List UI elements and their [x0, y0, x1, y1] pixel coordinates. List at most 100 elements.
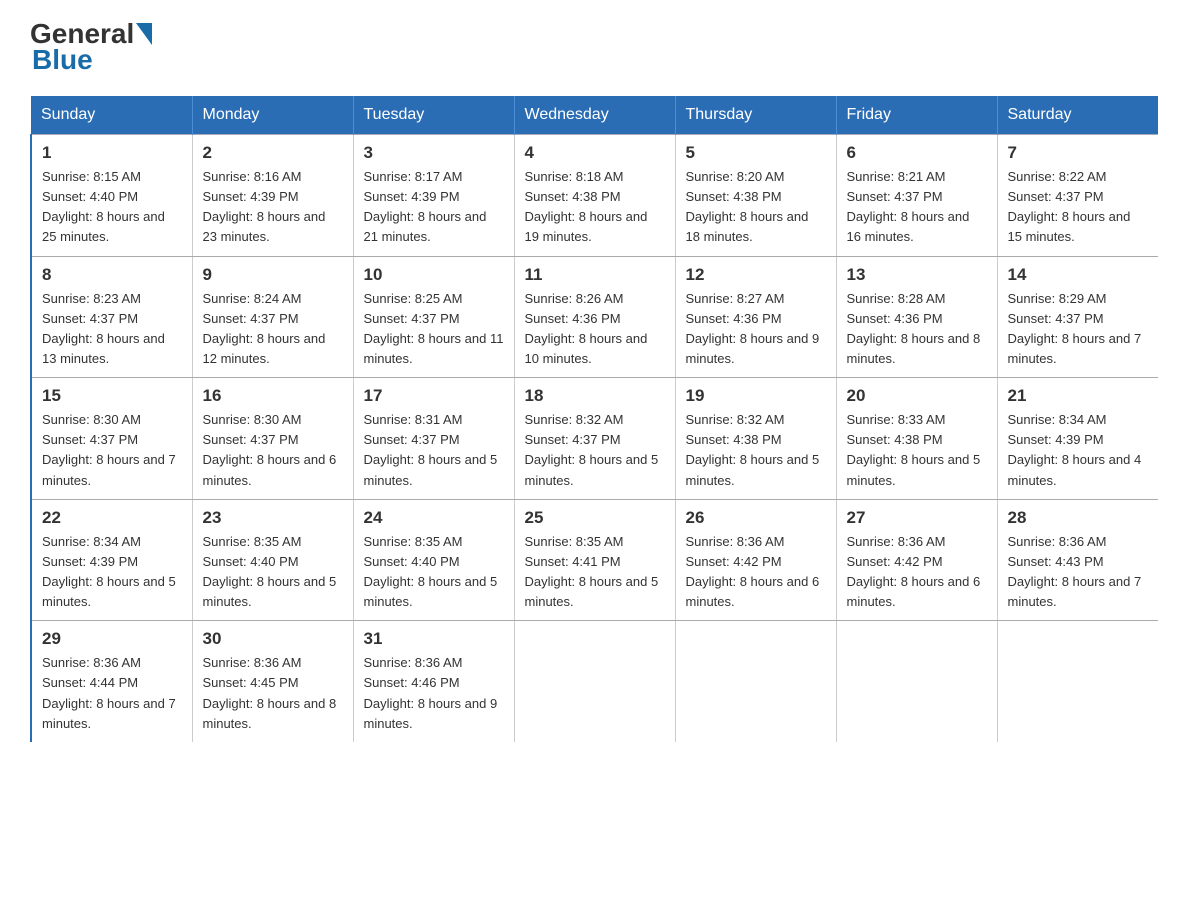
- day-info: Sunrise: 8:29 AMSunset: 4:37 PMDaylight:…: [1008, 289, 1149, 370]
- day-number: 20: [847, 386, 987, 406]
- day-info: Sunrise: 8:32 AMSunset: 4:37 PMDaylight:…: [525, 410, 665, 491]
- day-number: 1: [42, 143, 182, 163]
- day-number: 8: [42, 265, 182, 285]
- table-row: 9 Sunrise: 8:24 AMSunset: 4:37 PMDaylight…: [192, 256, 353, 378]
- table-row: 17 Sunrise: 8:31 AMSunset: 4:37 PMDayligh…: [353, 378, 514, 500]
- table-row: [997, 621, 1158, 742]
- day-info: Sunrise: 8:17 AMSunset: 4:39 PMDaylight:…: [364, 167, 504, 248]
- table-row: 7 Sunrise: 8:22 AMSunset: 4:37 PMDaylight…: [997, 135, 1158, 257]
- day-info: Sunrise: 8:32 AMSunset: 4:38 PMDaylight:…: [686, 410, 826, 491]
- table-row: 1Sunrise: 8:15 AMSunset: 4:40 PMDaylight…: [31, 135, 192, 257]
- table-row: 13 Sunrise: 8:28 AMSunset: 4:36 PMDayligh…: [836, 256, 997, 378]
- table-row: 5Sunrise: 8:20 AMSunset: 4:38 PMDaylight…: [675, 135, 836, 257]
- day-info: Sunrise: 8:18 AMSunset: 4:38 PMDaylight:…: [525, 167, 665, 248]
- day-number: 6: [847, 143, 987, 163]
- col-friday: Friday: [836, 96, 997, 135]
- calendar-header: Sunday Monday Tuesday Wednesday Thursday…: [31, 96, 1158, 135]
- day-info: Sunrise: 8:34 AMSunset: 4:39 PMDaylight:…: [42, 532, 182, 613]
- table-row: 22 Sunrise: 8:34 AMSunset: 4:39 PMDayligh…: [31, 499, 192, 621]
- day-number: 19: [686, 386, 826, 406]
- day-info: Sunrise: 8:30 AMSunset: 4:37 PMDaylight:…: [42, 410, 182, 491]
- page-header: General Blue: [30, 20, 1158, 76]
- col-saturday: Saturday: [997, 96, 1158, 135]
- day-number: 14: [1008, 265, 1149, 285]
- day-number: 7: [1008, 143, 1149, 163]
- day-info: Sunrise: 8:26 AMSunset: 4:36 PMDaylight:…: [525, 289, 665, 370]
- table-row: 18 Sunrise: 8:32 AMSunset: 4:37 PMDayligh…: [514, 378, 675, 500]
- day-info: Sunrise: 8:33 AMSunset: 4:38 PMDaylight:…: [847, 410, 987, 491]
- day-info: Sunrise: 8:35 AMSunset: 4:40 PMDaylight:…: [364, 532, 504, 613]
- day-info: Sunrise: 8:36 AMSunset: 4:42 PMDaylight:…: [686, 532, 826, 613]
- table-row: 8 Sunrise: 8:23 AMSunset: 4:37 PMDaylight…: [31, 256, 192, 378]
- col-thursday: Thursday: [675, 96, 836, 135]
- day-info: Sunrise: 8:22 AMSunset: 4:37 PMDaylight:…: [1008, 167, 1149, 248]
- table-row: 19 Sunrise: 8:32 AMSunset: 4:38 PMDayligh…: [675, 378, 836, 500]
- day-info: Sunrise: 8:21 AMSunset: 4:37 PMDaylight:…: [847, 167, 987, 248]
- day-number: 18: [525, 386, 665, 406]
- day-number: 11: [525, 265, 665, 285]
- table-row: 15Sunrise: 8:30 AMSunset: 4:37 PMDayligh…: [31, 378, 192, 500]
- table-row: 11 Sunrise: 8:26 AMSunset: 4:36 PMDayligh…: [514, 256, 675, 378]
- table-row: [836, 621, 997, 742]
- day-number: 13: [847, 265, 987, 285]
- day-number: 10: [364, 265, 504, 285]
- table-row: 12 Sunrise: 8:27 AMSunset: 4:36 PMDayligh…: [675, 256, 836, 378]
- day-number: 3: [364, 143, 504, 163]
- day-number: 26: [686, 508, 826, 528]
- day-number: 2: [203, 143, 343, 163]
- day-info: Sunrise: 8:36 AMSunset: 4:42 PMDaylight:…: [847, 532, 987, 613]
- table-row: 4 Sunrise: 8:18 AMSunset: 4:38 PMDaylight…: [514, 135, 675, 257]
- day-number: 31: [364, 629, 504, 649]
- table-row: 2 Sunrise: 8:16 AMSunset: 4:39 PMDaylight…: [192, 135, 353, 257]
- table-row: 25Sunrise: 8:35 AMSunset: 4:41 PMDayligh…: [514, 499, 675, 621]
- day-number: 24: [364, 508, 504, 528]
- day-number: 28: [1008, 508, 1149, 528]
- day-info: Sunrise: 8:25 AMSunset: 4:37 PMDaylight:…: [364, 289, 504, 370]
- day-info: Sunrise: 8:36 AMSunset: 4:44 PMDaylight:…: [42, 653, 182, 734]
- day-number: 21: [1008, 386, 1149, 406]
- day-number: 30: [203, 629, 343, 649]
- table-row: 16 Sunrise: 8:30 AMSunset: 4:37 PMDayligh…: [192, 378, 353, 500]
- day-info: Sunrise: 8:30 AMSunset: 4:37 PMDaylight:…: [203, 410, 343, 491]
- table-row: 10 Sunrise: 8:25 AMSunset: 4:37 PMDayligh…: [353, 256, 514, 378]
- day-number: 9: [203, 265, 343, 285]
- day-info: Sunrise: 8:24 AMSunset: 4:37 PMDaylight:…: [203, 289, 343, 370]
- day-number: 29: [42, 629, 182, 649]
- day-info: Sunrise: 8:34 AMSunset: 4:39 PMDaylight:…: [1008, 410, 1149, 491]
- col-monday: Monday: [192, 96, 353, 135]
- col-sunday: Sunday: [31, 96, 192, 135]
- table-row: 24 Sunrise: 8:35 AMSunset: 4:40 PMDayligh…: [353, 499, 514, 621]
- day-info: Sunrise: 8:20 AMSunset: 4:38 PMDaylight:…: [686, 167, 826, 248]
- day-info: Sunrise: 8:16 AMSunset: 4:39 PMDaylight:…: [203, 167, 343, 248]
- table-row: 23Sunrise: 8:35 AMSunset: 4:40 PMDayligh…: [192, 499, 353, 621]
- table-row: 30 Sunrise: 8:36 AMSunset: 4:45 PMDayligh…: [192, 621, 353, 742]
- calendar-table: Sunday Monday Tuesday Wednesday Thursday…: [30, 96, 1158, 742]
- col-tuesday: Tuesday: [353, 96, 514, 135]
- day-number: 12: [686, 265, 826, 285]
- table-row: 20 Sunrise: 8:33 AMSunset: 4:38 PMDayligh…: [836, 378, 997, 500]
- day-info: Sunrise: 8:31 AMSunset: 4:37 PMDaylight:…: [364, 410, 504, 491]
- day-number: 17: [364, 386, 504, 406]
- logo-blue-text: Blue: [30, 44, 93, 76]
- table-row: 26 Sunrise: 8:36 AMSunset: 4:42 PMDayligh…: [675, 499, 836, 621]
- day-number: 22: [42, 508, 182, 528]
- table-row: 3 Sunrise: 8:17 AMSunset: 4:39 PMDaylight…: [353, 135, 514, 257]
- day-info: Sunrise: 8:28 AMSunset: 4:36 PMDaylight:…: [847, 289, 987, 370]
- day-number: 23: [203, 508, 343, 528]
- day-number: 27: [847, 508, 987, 528]
- day-info: Sunrise: 8:36 AMSunset: 4:43 PMDaylight:…: [1008, 532, 1149, 613]
- day-info: Sunrise: 8:27 AMSunset: 4:36 PMDaylight:…: [686, 289, 826, 370]
- table-row: 21 Sunrise: 8:34 AMSunset: 4:39 PMDayligh…: [997, 378, 1158, 500]
- calendar-body: 1Sunrise: 8:15 AMSunset: 4:40 PMDaylight…: [31, 135, 1158, 742]
- day-number: 16: [203, 386, 343, 406]
- logo: General Blue: [30, 20, 152, 76]
- day-info: Sunrise: 8:35 AMSunset: 4:41 PMDaylight:…: [525, 532, 665, 613]
- table-row: [675, 621, 836, 742]
- day-info: Sunrise: 8:36 AMSunset: 4:46 PMDaylight:…: [364, 653, 504, 734]
- table-row: 31 Sunrise: 8:36 AMSunset: 4:46 PMDayligh…: [353, 621, 514, 742]
- day-info: Sunrise: 8:36 AMSunset: 4:45 PMDaylight:…: [203, 653, 343, 734]
- day-number: 4: [525, 143, 665, 163]
- logo-arrow-icon: [136, 23, 152, 45]
- day-info: Sunrise: 8:23 AMSunset: 4:37 PMDaylight:…: [42, 289, 182, 370]
- col-wednesday: Wednesday: [514, 96, 675, 135]
